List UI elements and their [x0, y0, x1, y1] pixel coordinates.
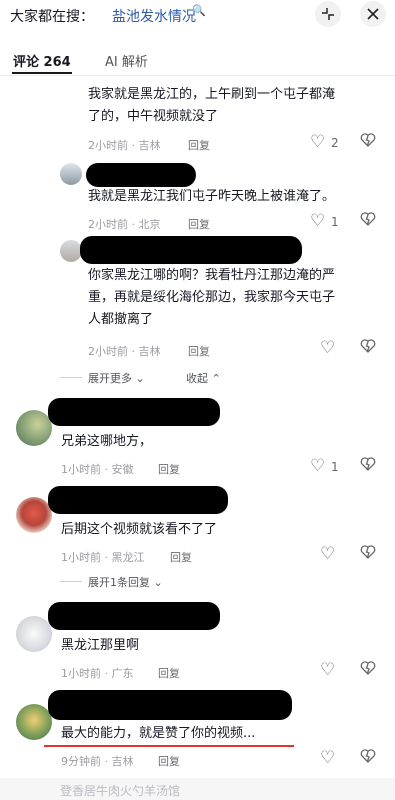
redacted-username [48, 690, 292, 720]
expand-replies-button[interactable]: 展开1条回复 ⌄ [88, 574, 163, 590]
comment-text: 我家就是黑龙江的，上午刷到一个屯子都淹 [88, 87, 336, 102]
dislike-icon[interactable] [360, 544, 376, 565]
search-icon[interactable]: 🔍 [192, 4, 206, 17]
comment-text: 重，再就是绥化海伦那边，我家那今天屯子 [88, 290, 336, 305]
active-tab-indicator [12, 72, 72, 74]
list-item[interactable]: 你家黑龙江哪的啊？我看牡丹江那边淹的严 重，再就是绥化海伦那边，我家那今天屯子 … [88, 265, 388, 331]
reply-button[interactable]: 回复 [158, 461, 180, 477]
comment-text: 我就是黑龙江我们屯子昨天晚上被谁淹了。 [88, 189, 336, 204]
expand-divider [60, 377, 82, 378]
dislike-icon[interactable] [360, 456, 376, 477]
comment-text: 你家黑龙江哪的啊？我看牡丹江那边淹的严 [88, 268, 336, 283]
reply-button[interactable]: 回复 [188, 216, 210, 232]
comment-meta: 1小时前 · 安徽 [61, 463, 134, 476]
dislike-icon[interactable] [360, 748, 376, 769]
comment-meta: 2小时前 · 吉林 [88, 345, 161, 358]
header-divider [0, 75, 395, 76]
search-term-link[interactable]: 盐池发水情况 [112, 6, 196, 26]
avatar[interactable] [60, 240, 82, 262]
reply-button[interactable]: 回复 [158, 665, 180, 681]
like-count: 2 [331, 136, 339, 150]
collapse-icon [322, 8, 334, 20]
like-icon[interactable]: ♡ [320, 660, 335, 680]
dislike-icon[interactable] [360, 660, 376, 681]
reply-button[interactable]: 回复 [188, 137, 210, 153]
dislike-icon[interactable] [360, 338, 376, 359]
comment-meta: 2小时前 · 北京 [88, 218, 161, 231]
avatar[interactable] [16, 497, 52, 533]
avatar[interactable] [16, 410, 52, 446]
redacted-username [80, 236, 302, 264]
like-icon[interactable]: ♡ [320, 544, 335, 564]
like-icon[interactable]: ♡ [310, 456, 325, 476]
tab-comments[interactable]: 评论 264 [13, 51, 71, 70]
comment-meta: 2小时前 · 吉林 [88, 139, 161, 152]
collapse-button-replies[interactable]: 收起 ⌃ [186, 370, 221, 386]
comment-text: 人都撤离了 [88, 312, 154, 327]
red-underline-annotation [44, 745, 294, 747]
like-icon[interactable]: ♡ [310, 132, 325, 152]
redacted-username [48, 398, 220, 426]
expand-more-button[interactable]: 展开更多 ⌄ [88, 370, 145, 386]
search-prefix: 大家都在搜： [10, 9, 94, 25]
close-icon [367, 8, 379, 20]
dislike-icon[interactable] [360, 211, 376, 232]
close-button[interactable] [360, 1, 386, 27]
redacted-username [48, 486, 228, 514]
collapse-button[interactable] [315, 1, 341, 27]
bottom-suggestion-bar[interactable]: 登香居牛肉火勺羊汤馆 [0, 778, 395, 800]
comment-text: 了的，中午视频就没了 [88, 109, 219, 124]
dislike-icon[interactable] [360, 132, 376, 153]
bottom-suggestion-text: 登香居牛肉火勺羊汤馆 [60, 784, 181, 798]
comment-text: 后期这个视频就该看不了了 [61, 522, 218, 537]
tab-ai-analysis[interactable]: AI 解析 [105, 51, 148, 70]
comment-text: 兄弟这哪地方， [61, 434, 153, 449]
redacted-username [48, 602, 220, 630]
reply-button[interactable]: 回复 [170, 549, 192, 565]
avatar[interactable] [16, 704, 52, 740]
like-icon[interactable]: ♡ [320, 338, 335, 358]
like-icon[interactable]: ♡ [310, 211, 325, 231]
comment-meta: 1小时前 · 广东 [61, 667, 134, 680]
like-count: 1 [331, 215, 339, 229]
comment-text: 最大的能力，就是赞了你的视频... [61, 726, 256, 741]
expand-divider [60, 581, 82, 582]
comment-meta: 9分钟前 · 吉林 [61, 755, 134, 768]
like-icon[interactable]: ♡ [320, 748, 335, 768]
list-item[interactable]: 我家就是黑龙江的，上午刷到一个屯子都淹 了的，中午视频就没了 [88, 84, 388, 128]
reply-button[interactable]: 回复 [158, 753, 180, 769]
like-count: 1 [331, 460, 339, 474]
redacted-username [86, 163, 196, 187]
comment-meta: 1小时前 · 黑龙江 [61, 551, 145, 564]
avatar[interactable] [16, 616, 52, 652]
reply-button[interactable]: 回复 [188, 343, 210, 359]
avatar[interactable] [60, 163, 82, 185]
comment-text: 黑龙江那里啊 [61, 638, 140, 653]
